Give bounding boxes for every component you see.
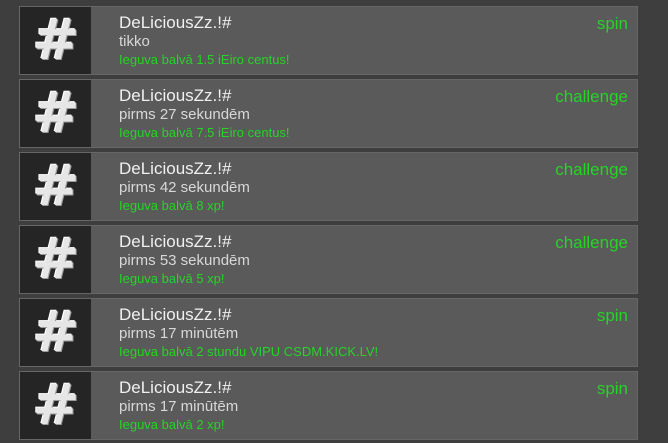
avatar[interactable]: # — [20, 299, 91, 366]
event-type-label: spin — [596, 379, 628, 398]
event-type-label: challenge — [555, 87, 628, 106]
event-type-label: spin — [596, 14, 628, 33]
hash-icon: # — [32, 299, 80, 365]
feed-item-info: DeLiciousZz.!# pirms 17 minūtēm Ieguva b… — [119, 305, 517, 360]
timestamp: pirms 53 sekundēm — [119, 252, 250, 269]
avatar[interactable]: # — [20, 226, 91, 293]
reward-text: Ieguva balvā 2 stundu VIPU CSDM.KICK.LV! — [119, 344, 379, 359]
event-type-label: spin — [596, 306, 628, 325]
username[interactable]: DeLiciousZz.!# — [119, 86, 517, 106]
feed-item-info: DeLiciousZz.!# pirms 17 minūtēm Ieguva b… — [119, 378, 517, 433]
reward-text: Ieguva balvā 5 xp! — [119, 271, 225, 286]
timestamp: pirms 27 sekundēm — [119, 106, 250, 123]
activity-feed: # DeLiciousZz.!# tikko Ieguva balvā 1.5 … — [0, 0, 668, 443]
username[interactable]: DeLiciousZz.!# — [119, 159, 517, 179]
feed-item-info: DeLiciousZz.!# pirms 27 sekundēm Ieguva … — [119, 86, 517, 141]
reward-text: Ieguva balvā 1.5 iEiro centus! — [119, 52, 290, 67]
timestamp: pirms 17 minūtēm — [119, 398, 239, 415]
feed-item[interactable]: # DeLiciousZz.!# tikko Ieguva balvā 1.5 … — [19, 6, 638, 75]
avatar[interactable]: # — [20, 7, 91, 74]
hash-icon: # — [32, 80, 80, 146]
feed-item[interactable]: # DeLiciousZz.!# pirms 27 sekundēm Ieguv… — [19, 79, 638, 148]
feed-item[interactable]: # DeLiciousZz.!# pirms 17 minūtēm Ieguva… — [19, 371, 638, 440]
feed-item[interactable]: # DeLiciousZz.!# pirms 42 sekundēm Ieguv… — [19, 152, 638, 221]
feed-item[interactable]: # DeLiciousZz.!# pirms 53 sekundēm Ieguv… — [19, 225, 638, 294]
timestamp: pirms 42 sekundēm — [119, 179, 250, 196]
avatar[interactable]: # — [20, 372, 91, 439]
event-type-label: challenge — [555, 160, 628, 179]
hash-icon: # — [32, 153, 80, 219]
timestamp: pirms 17 minūtēm — [119, 325, 239, 342]
event-type-label: challenge — [555, 233, 628, 252]
username[interactable]: DeLiciousZz.!# — [119, 378, 517, 398]
feed-item-info: DeLiciousZz.!# tikko Ieguva balvā 1.5 iE… — [119, 13, 517, 68]
username[interactable]: DeLiciousZz.!# — [119, 13, 517, 33]
feed-item[interactable]: # DeLiciousZz.!# pirms 17 minūtēm Ieguva… — [19, 298, 638, 367]
username[interactable]: DeLiciousZz.!# — [119, 232, 517, 252]
hash-icon: # — [32, 226, 80, 292]
reward-text: Ieguva balvā 8 xp! — [119, 198, 225, 213]
username[interactable]: DeLiciousZz.!# — [119, 305, 517, 325]
feed-item-info: DeLiciousZz.!# pirms 53 sekundēm Ieguva … — [119, 232, 517, 287]
hash-icon: # — [32, 7, 80, 73]
timestamp: tikko — [119, 33, 150, 50]
avatar[interactable]: # — [20, 153, 91, 220]
reward-text: Ieguva balvā 7.5 iEiro centus! — [119, 125, 290, 140]
feed-item-info: DeLiciousZz.!# pirms 42 sekundēm Ieguva … — [119, 159, 517, 214]
reward-text: Ieguva balvā 2 xp! — [119, 417, 225, 432]
hash-icon: # — [32, 372, 80, 438]
avatar[interactable]: # — [20, 80, 91, 147]
